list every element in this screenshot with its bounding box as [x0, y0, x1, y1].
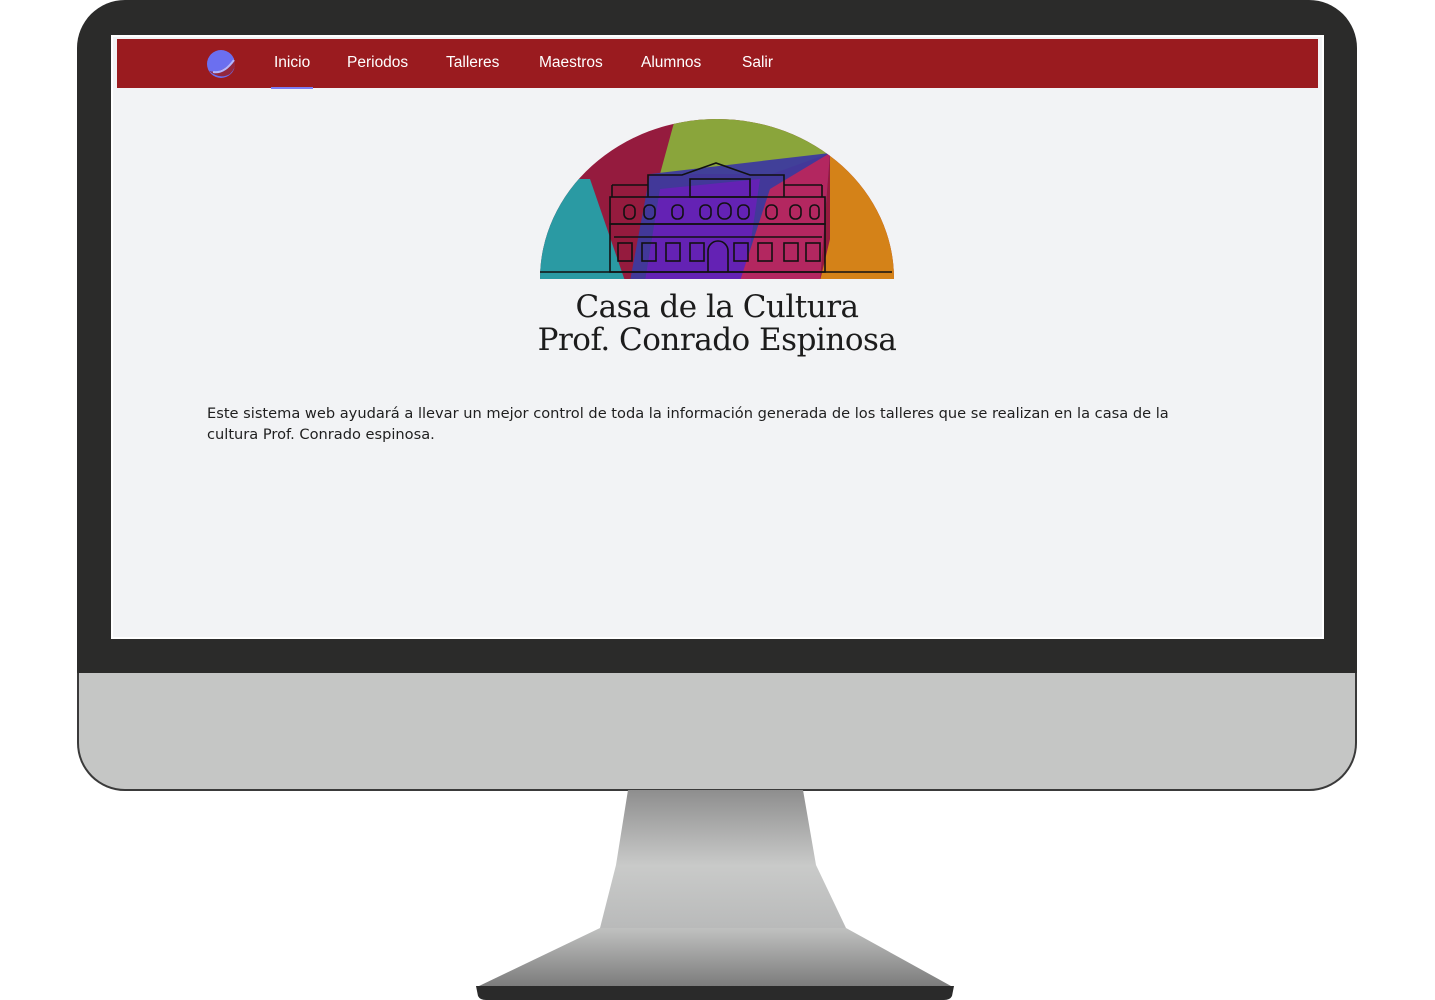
nav-item-salir[interactable]: Salir [742, 39, 773, 88]
nav-item-talleres[interactable]: Talleres [446, 39, 499, 88]
monitor-chin [77, 673, 1357, 791]
monitor-stand [476, 790, 954, 1000]
monitor-screen: Inicio Periodos Talleres Maestros Alumno… [111, 35, 1324, 639]
top-navbar: Inicio Periodos Talleres Maestros Alumno… [117, 39, 1318, 89]
nav-item-maestros[interactable]: Maestros [539, 39, 603, 88]
brand-title-line2: Prof. Conrado Espinosa [537, 322, 897, 358]
brand-title-line1: Casa de la Cultura [575, 289, 859, 325]
nav-item-periodos[interactable]: Periodos [347, 39, 408, 88]
intro-paragraph: Este sistema web ayudará a llevar un mej… [207, 404, 1169, 443]
planet-logo-icon[interactable] [206, 49, 238, 79]
page: Inicio Periodos Talleres Maestros Alumno… [117, 39, 1318, 637]
nav-item-inicio[interactable]: Inicio [270, 39, 314, 89]
casa-cultura-logo [540, 119, 895, 281]
nav-item-alumnos[interactable]: Alumnos [641, 39, 701, 88]
